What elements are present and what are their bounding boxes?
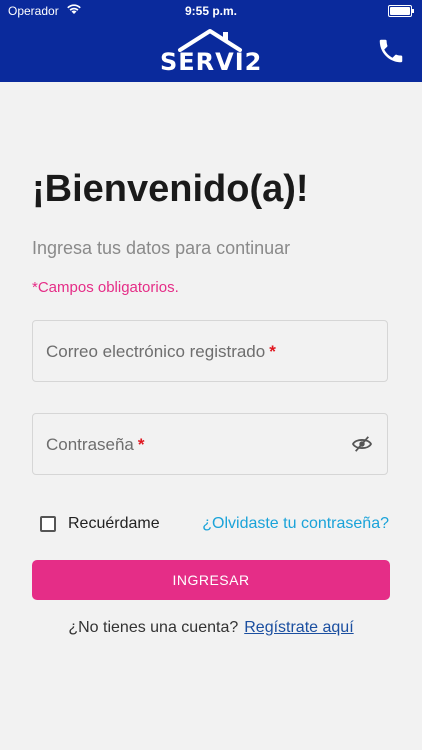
remember-me-checkbox[interactable]: [40, 516, 56, 532]
forgot-password-link[interactable]: ¿Olvidaste tu contraseña?: [202, 515, 389, 533]
status-time: 9:55 p.m.: [184, 4, 238, 18]
email-field[interactable]: Correo electrónico registrado *: [32, 320, 388, 382]
remember-me-label: Recuérdame: [68, 515, 160, 532]
servi2-logo: SERVI2: [160, 28, 263, 76]
password-field[interactable]: Contraseña *: [32, 413, 388, 475]
app-header: SERVI2: [0, 22, 422, 82]
login-button[interactable]: INGRESAR: [32, 560, 390, 600]
phone-icon[interactable]: [376, 36, 406, 66]
signup-prompt: ¿No tienes una cuenta?: [68, 619, 239, 636]
page-subtitle: Ingresa tus datos para continuar: [32, 238, 291, 258]
eye-slash-icon[interactable]: [351, 435, 373, 453]
page-title: ¡Bienvenido(a)!: [32, 168, 309, 210]
required-fields-note: *Campos obligatorios.: [32, 279, 179, 296]
status-bar: Operador 9:55 p.m.: [0, 0, 422, 22]
logo-text: SERVI2: [160, 48, 263, 76]
battery-icon: [388, 5, 414, 17]
signup-row: ¿No tienes una cuenta? Regístrate aquí: [0, 619, 422, 637]
signup-link[interactable]: Regístrate aquí: [244, 619, 353, 636]
